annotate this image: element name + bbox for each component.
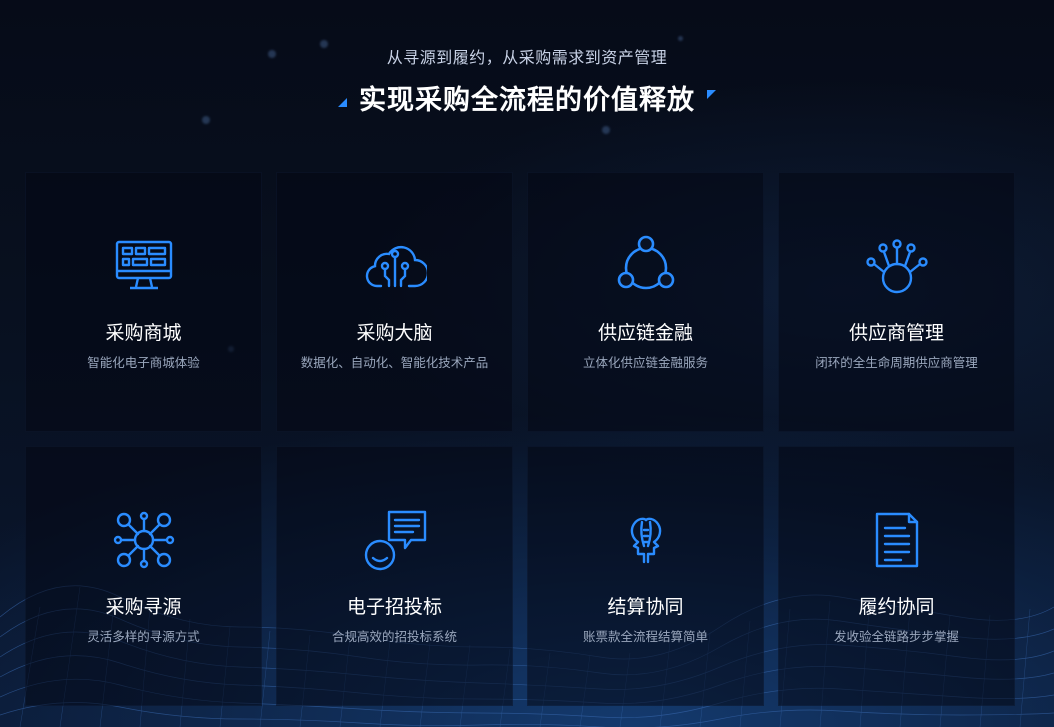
card-description: 智能化电子商城体验 <box>87 355 200 370</box>
card-title: 履约协同 <box>858 596 935 618</box>
card-title: 采购大脑 <box>356 322 433 344</box>
feature-card-supply-chain-finance[interactable]: 供应链金融 立体化供应链金融服务 <box>527 172 764 432</box>
chat-user-icon <box>363 508 427 572</box>
background-dot <box>678 36 683 41</box>
title-row: 实现采购全流程的价值释放 <box>0 78 1054 117</box>
hub-connections-icon <box>865 234 929 298</box>
feature-card-procurement-brain[interactable]: 采购大脑 数据化、自动化、智能化技术产品 <box>276 172 513 432</box>
circular-nodes-icon <box>614 234 678 298</box>
title-corner-left-icon <box>338 98 347 107</box>
section-subtitle: 从寻源到履约，从采购需求到资产管理 <box>386 48 668 67</box>
card-description: 立体化供应链金融服务 <box>582 355 708 370</box>
section-header: 从寻源到履约，从采购需求到资产管理 实现采购全流程的价值释放 <box>0 44 1054 117</box>
cloud-network-icon <box>363 234 427 298</box>
card-title: 供应商管理 <box>848 322 944 344</box>
monitor-dashboard-icon <box>112 234 176 298</box>
card-description: 账票款全流程结算简单 <box>582 629 708 644</box>
background-dot <box>602 126 610 134</box>
background-dot <box>202 116 210 124</box>
card-description: 数据化、自动化、智能化技术产品 <box>300 355 489 370</box>
section-title: 实现采购全流程的价值释放 <box>359 85 695 116</box>
card-description: 发收验全链路步步掌握 <box>833 629 959 644</box>
feature-grid: 采购商城 智能化电子商城体验 采购大脑 数据化、自动化、智能化技术产品 供应链金… <box>25 172 1015 706</box>
two-heads-icon <box>614 508 678 572</box>
card-title: 采购寻源 <box>105 596 182 618</box>
feature-card-procurement-mall[interactable]: 采购商城 智能化电子商城体验 <box>25 172 262 432</box>
card-title: 结算协同 <box>607 596 684 618</box>
feature-card-e-bidding[interactable]: 电子招投标 合规高效的招投标系统 <box>276 446 513 706</box>
card-title: 采购商城 <box>105 322 182 344</box>
feature-card-fulfillment[interactable]: 履约协同 发收验全链路步步掌握 <box>778 446 1015 706</box>
feature-card-sourcing[interactable]: 采购寻源 灵活多样的寻源方式 <box>25 446 262 706</box>
network-nodes-icon <box>112 508 176 572</box>
card-title: 电子招投标 <box>346 596 442 618</box>
card-description: 闭环的全生命周期供应商管理 <box>815 355 978 370</box>
card-description: 灵活多样的寻源方式 <box>87 629 200 644</box>
feature-card-supplier-management[interactable]: 供应商管理 闭环的全生命周期供应商管理 <box>778 172 1015 432</box>
card-title: 供应链金融 <box>597 322 693 344</box>
feature-card-settlement[interactable]: 结算协同 账票款全流程结算简单 <box>527 446 764 706</box>
card-description: 合规高效的招投标系统 <box>331 629 457 644</box>
title-corner-right-icon <box>707 90 716 99</box>
document-icon <box>865 508 929 572</box>
